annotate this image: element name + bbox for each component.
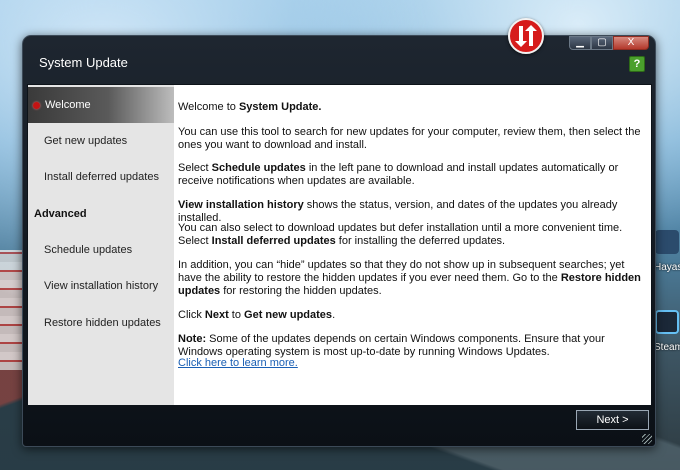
help-icon[interactable]: ? (629, 56, 645, 72)
sidebar: Welcome Get new updates Install deferred… (28, 85, 174, 405)
minimize-button[interactable]: ▁ (569, 36, 591, 50)
window-title: System Update (39, 55, 128, 70)
learn-more-link[interactable]: Click here to learn more. (178, 357, 298, 369)
system-update-window: System Update ▁ ▢ X ? Welcome Get new up… (22, 18, 656, 447)
bullet-icon (33, 101, 40, 109)
sidebar-item-label: Welcome (45, 99, 91, 111)
intro-paragraph: You can use this tool to search for new … (178, 126, 641, 151)
sidebar-item-label: Install deferred updates (44, 171, 159, 183)
sidebar-item-get-new-updates[interactable]: Get new updates (28, 123, 174, 159)
desktop-icon-label: Hayas (654, 262, 680, 273)
desktop-icon-label: Steam (654, 342, 680, 353)
next-instruction: Click Next to Get new updates. (178, 309, 336, 321)
close-button[interactable]: X (613, 36, 649, 50)
sidebar-item-label: Restore hidden updates (44, 317, 161, 329)
note-paragraph: Note: Some of the updates depends on cer… (178, 333, 605, 358)
desktop-app-icon[interactable] (655, 230, 679, 254)
sidebar-item-install-deferred[interactable]: Install deferred updates (28, 159, 174, 195)
resize-grip[interactable] (642, 434, 652, 444)
deferred-paragraph: You can also select to download updates … (178, 222, 623, 247)
sidebar-item-label: Schedule updates (44, 244, 133, 256)
hidden-updates-paragraph: In addition, you can “hide” updates so t… (178, 259, 641, 297)
sidebar-item-schedule-updates[interactable]: Schedule updates (28, 232, 174, 268)
content-frame: Welcome Get new updates Install deferred… (27, 84, 652, 406)
schedule-paragraph: Select Schedule updates in the left pane… (178, 162, 619, 187)
sidebar-item-label: View installation history (44, 280, 159, 292)
app-logo-icon (508, 18, 544, 54)
sidebar-item-installation-history[interactable]: View installation history (28, 268, 174, 304)
sidebar-item-label: Get new updates (44, 135, 128, 147)
sidebar-item-welcome[interactable]: Welcome (28, 87, 174, 123)
steam-icon[interactable] (655, 310, 679, 334)
learn-more-link-row: Click here to learn more. (178, 357, 646, 370)
welcome-heading: Welcome to System Update. (178, 101, 322, 113)
maximize-button[interactable]: ▢ (591, 36, 613, 50)
sidebar-section-label: Advanced (34, 208, 87, 220)
next-button[interactable]: Next > (576, 410, 649, 430)
window-controls: ▁ ▢ X (569, 36, 649, 50)
sidebar-section-advanced: Advanced (28, 196, 174, 232)
sidebar-item-restore-hidden[interactable]: Restore hidden updates (28, 305, 174, 341)
